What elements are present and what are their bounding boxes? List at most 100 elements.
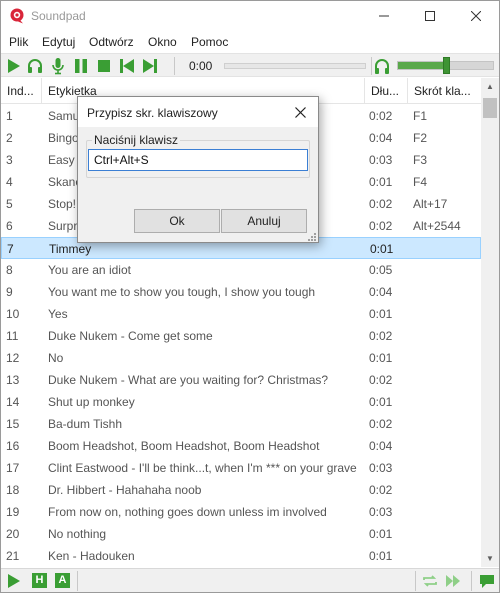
dialog-close-button[interactable] [289,102,311,122]
row-label: Duke Nukem - Come get some [48,329,213,343]
resize-grip-icon[interactable] [307,232,317,242]
row-label: You want me to show you tough, I show yo… [48,285,316,299]
row-index: 2 [6,131,13,145]
row-duration: 0:02 [369,197,393,211]
speaker-headphones-icon[interactable] [373,57,391,75]
row-label: Boom Headshot, Boom Headshot, Boom Heads… [48,439,320,453]
hotkeys-toggle-icon[interactable]: H [32,573,47,588]
row-label: Dr. Hibbert - Hahahaha noob [48,483,202,497]
column-header-duration[interactable]: Dłu... [365,78,408,104]
window-title: Soundpad [31,9,86,23]
table-row[interactable]: 17 Clint Eastwood - I'll be think...t, wh… [1,457,481,479]
row-duration: 0:01 [369,351,393,365]
row-index: 17 [6,461,20,475]
table-row[interactable]: 20 No nothing 0:01 [1,523,481,545]
play-icon[interactable] [5,57,23,75]
table-row[interactable]: 14 Shut up monkey 0:01 [1,391,481,413]
row-index: 10 [6,307,20,321]
row-index: 1 [6,109,13,123]
volume-slider[interactable] [397,57,494,74]
menu-bar: Plik Edytuj Odtwórz Okno Pomoc [1,32,499,52]
menu-play[interactable]: Odtwórz [89,35,134,49]
ok-button[interactable]: Ok [134,209,220,233]
row-label: From now on, nothing goes down unless im… [48,505,327,519]
soundpad-window: Soundpad Plik Edytuj Odtwórz Okno Pomoc … [0,0,500,593]
table-row[interactable]: 9 You want me to show you tough, I show y… [1,281,481,303]
play-icon[interactable] [5,572,23,590]
pause-icon[interactable] [72,57,90,75]
row-duration: 0:04 [369,285,393,299]
row-hotkey: F1 [413,109,428,123]
menu-help[interactable]: Pomoc [191,35,228,49]
stop-icon[interactable] [95,57,113,75]
row-duration: 0:01 [369,395,393,409]
maximize-button[interactable] [407,1,453,31]
row-hotkey [413,435,479,457]
minimize-button[interactable] [361,1,407,31]
row-label: No nothing [48,527,107,541]
fast-forward-icon[interactable] [444,572,462,590]
auto-toggle-icon[interactable]: A [55,573,70,588]
menu-edit[interactable]: Edytuj [42,35,75,49]
previous-icon[interactable] [118,57,136,75]
row-index: 12 [6,351,20,365]
microphone-icon[interactable] [49,57,67,75]
row-hotkey: Alt+17 [413,197,448,211]
row-hotkey [413,303,479,325]
scroll-up-icon[interactable]: ▲ [481,78,499,95]
row-index: 18 [6,483,20,497]
row-label: No [48,351,64,365]
row-duration: 0:02 [369,373,393,387]
table-row[interactable]: 19 From now on, nothing goes down unless … [1,501,481,523]
table-row[interactable]: 8 You are an idiot 0:05 [1,259,481,281]
row-duration: 0:05 [369,263,393,277]
table-row[interactable]: 21 Ken - Hadouken 0:01 [1,545,481,567]
row-index: 8 [6,263,13,277]
row-hotkey [413,523,479,545]
row-duration: 0:04 [369,439,393,453]
dialog-title: Przypisz skr. klawiszowy [87,106,218,120]
table-row[interactable]: 15 Ba-dum Tishh 0:02 [1,413,481,435]
row-index: 15 [6,417,20,431]
scroll-thumb[interactable] [483,98,497,118]
row-duration: 0:02 [369,483,393,497]
table-row[interactable]: 11 Duke Nukem - Come get some 0:02 [1,325,481,347]
row-hotkey [413,457,479,479]
title-bar: Soundpad [1,1,499,31]
table-row[interactable]: 10 Yes 0:01 [1,303,481,325]
row-index: 11 [6,329,19,343]
scroll-down-icon[interactable]: ▼ [481,550,499,567]
row-duration: 0:04 [369,131,393,145]
next-icon[interactable] [141,57,159,75]
cancel-button[interactable]: Anuluj [221,209,307,233]
row-hotkey [413,479,479,501]
seek-slider[interactable] [224,63,366,69]
hotkey-input[interactable]: Ctrl+Alt+S [88,149,308,171]
table-row[interactable]: 13 Duke Nukem - What are you waiting for?… [1,369,481,391]
row-index: 3 [6,153,13,167]
row-index: 14 [6,395,20,409]
menu-window[interactable]: Okno [148,35,177,49]
column-header-index[interactable]: Ind... [1,78,42,104]
row-hotkey: F4 [413,175,428,189]
row-duration: 0:01 [369,549,393,563]
row-hotkey [413,369,479,391]
table-row[interactable]: 16 Boom Headshot, Boom Headshot, Boom Hea… [1,435,481,457]
table-row[interactable]: 18 Dr. Hibbert - Hahahaha noob 0:02 [1,479,481,501]
row-duration: 0:02 [369,219,393,233]
vertical-scrollbar[interactable]: ▲ ▼ [481,78,499,567]
row-duration: 0:01 [369,527,393,541]
column-header-hotkey[interactable]: Skrót kla... [408,78,481,104]
row-hotkey [413,281,479,303]
status-bar: H A [1,568,499,592]
repeat-icon[interactable] [421,572,439,590]
headphones-icon[interactable] [26,57,44,75]
row-duration: 0:02 [369,417,393,431]
menu-file[interactable]: Plik [9,35,28,49]
chat-icon[interactable] [478,572,496,590]
close-button[interactable] [453,1,499,31]
row-hotkey [413,545,479,567]
volume-thumb[interactable] [442,57,450,74]
table-row[interactable]: 12 No 0:01 [1,347,481,369]
row-duration: 0:03 [369,505,393,519]
